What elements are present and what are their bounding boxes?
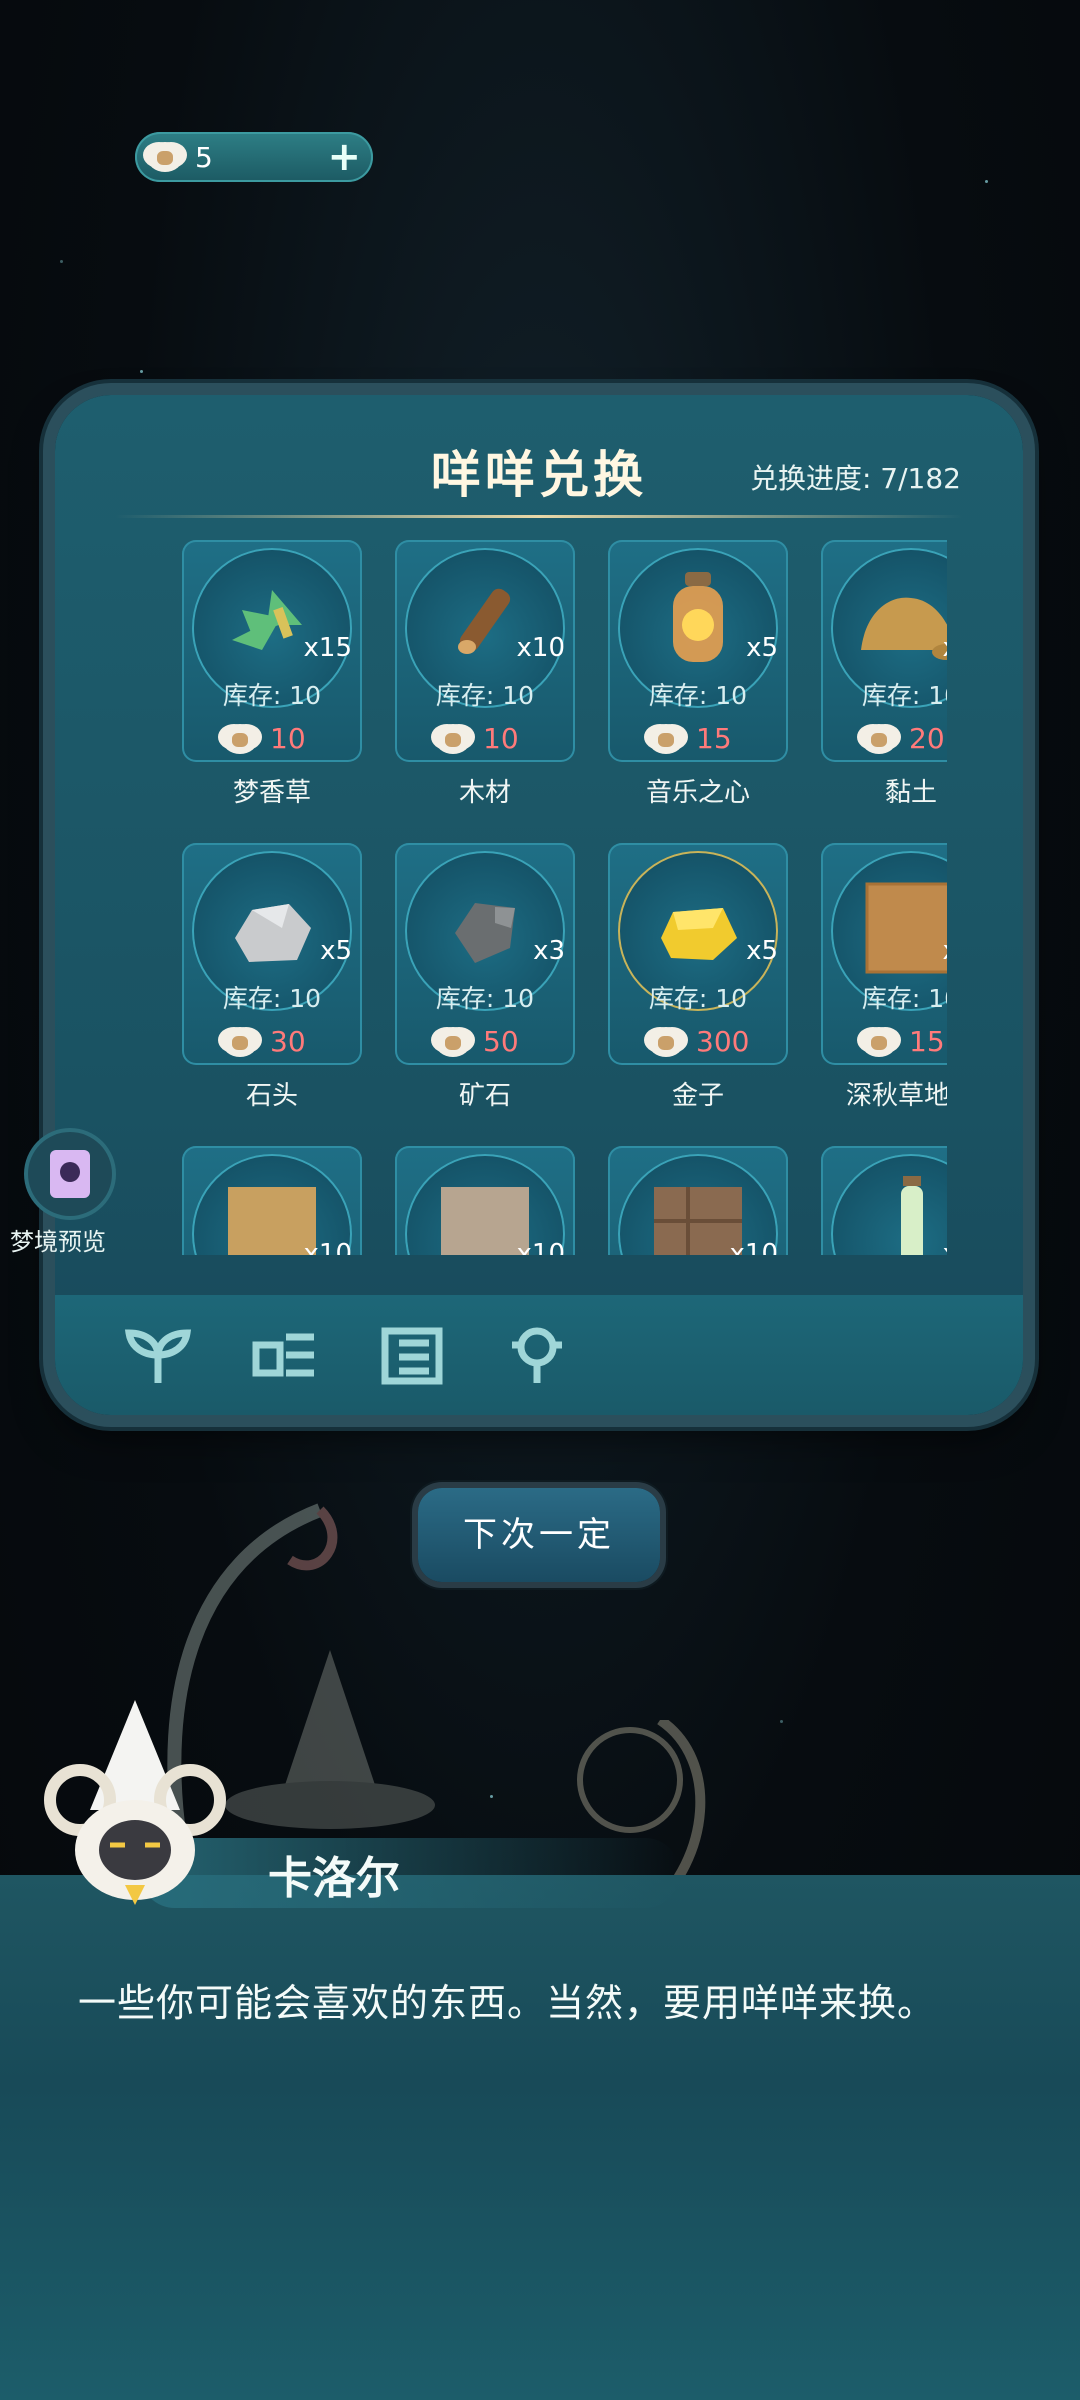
exchange-progress: 兑换进度: 7/182 [749,462,961,495]
item-price-value: 30 [270,1024,306,1058]
item-price: 15 [859,1023,945,1059]
item-card-dream-grass[interactable]: x15 库存: 10 10 梦香草 [182,540,362,808]
dream-preview-label: 梦境预览 [10,1228,106,1256]
item-card-autumn-grass-tile[interactable]: x10 库存: 10 15 深秋草地块 [821,843,947,1111]
glass-tube-icon [901,1176,923,1255]
item-stock: 库存: 10 [861,984,947,1013]
autumn-grass-tile-icon [865,882,947,974]
item-price: 30 [220,1023,306,1059]
item-price-value: 10 [270,721,306,755]
tab-plants-sprout-icon[interactable] [123,1325,193,1385]
item-name: 金子 [671,1081,724,1111]
item-qty: x10 [516,633,565,663]
item-qty: x15 [303,633,352,663]
sheep-currency-pill: 5 + [135,132,373,182]
item-price: 10 [433,720,519,756]
speaker-name: 卡洛尔 [268,1853,400,1904]
item-stock: 库存: 10 [648,681,748,710]
music-heart-jar-icon [673,572,723,662]
item-card-gold[interactable]: x5 库存: 10 300 金子 [608,843,788,1111]
dream-card-icon [50,1150,90,1198]
item-price-value: 15 [696,721,732,755]
item-card-bottle[interactable]: x12 [821,1146,947,1255]
clay-pile-icon [861,597,947,660]
sheep-coin-icon [145,138,185,174]
item-name: 黏土 [884,778,937,808]
sheep-coin-icon [646,1023,686,1059]
item-card-tile-c[interactable]: x10 [608,1146,788,1255]
stone-icon [235,904,311,962]
carol-sheep-avatar-icon [44,1700,226,1905]
item-card-ore[interactable]: x3 库存: 10 50 矿石 [395,843,575,1111]
item-qty: x10 [729,1239,778,1255]
item-card-wood[interactable]: x10 库存: 10 10 木材 [395,540,575,808]
item-qty: x10 [943,936,947,966]
item-name: 梦香草 [232,778,311,808]
item-card-music-heart[interactable]: x5 库存: 10 15 音乐之心 [608,540,788,808]
item-price: 10 [220,720,306,756]
item-qty: x5 [320,936,352,966]
sheep-coin-icon [220,1023,260,1059]
sheep-coin-icon [859,720,899,756]
gold-nugget-icon [661,908,737,960]
item-stock: 库存: 10 [435,984,535,1013]
item-stock: 库存: 10 [435,681,535,710]
item-price: 15 [646,720,732,756]
ore-icon [455,903,515,963]
witch-hat-decoration-icon [225,1650,435,1829]
title-divider [115,515,963,518]
sheep-coin-icon [220,720,260,756]
item-stock: 库存: 10 [648,984,748,1013]
tab-furniture-icon[interactable] [377,1325,447,1385]
item-price-value: 50 [483,1024,519,1058]
item-name: 木材 [458,778,511,808]
item-card-clay[interactable]: x15 库存: 10 20 黏土 [821,540,947,808]
item-qty: x10 [303,1239,352,1255]
add-currency-button[interactable]: + [327,134,361,180]
item-orb [831,1154,947,1255]
dialog-box[interactable] [0,1875,1080,2400]
sheep-coin-icon [859,1023,899,1059]
next-time-button[interactable]: 下次一定 [418,1488,660,1582]
item-name: 石头 [245,1081,298,1111]
item-card-tile-b[interactable]: x10 [395,1146,575,1255]
item-qty: x10 [516,1239,565,1255]
item-qty: x15 [943,633,947,663]
item-price-value: 20 [909,721,945,755]
dream-preview-button[interactable] [28,1132,112,1216]
item-name: 音乐之心 [645,778,750,808]
tab-decor-lamp-icon[interactable] [502,1325,572,1385]
dialog-text: 一些你可能会喜欢的东西。当然，要用咩咩来换。 [78,1981,937,2025]
item-price-value: 300 [696,1024,750,1058]
item-price-value: 10 [483,721,519,755]
item-price: 20 [859,720,945,756]
item-name: 深秋草地块 [845,1081,947,1111]
item-price-value: 15 [909,1024,945,1058]
wood-log-icon [458,588,511,654]
item-stock: 库存: 10 [222,681,322,710]
sheep-exchange-panel: 咩咩兑换 兑换进度: 7/182 x15 库存: 10 10 梦香草 x10 库… [55,395,1023,1415]
currency-amount: 5 [195,141,213,174]
item-qty: x5 [746,633,778,663]
item-grid[interactable]: x15 库存: 10 10 梦香草 x10 库存: 10 10 木材 x5 库存… [127,540,947,1255]
category-bar [55,1295,1023,1415]
item-name: 矿石 [458,1081,511,1111]
sheep-coin-icon [433,720,473,756]
item-stock: 库存: 10 [861,681,947,710]
sheep-coin-icon [433,1023,473,1059]
item-stock: 库存: 10 [222,984,322,1013]
item-price: 50 [433,1023,519,1059]
tab-materials-icon[interactable] [250,1325,320,1385]
item-qty: x12 [943,1239,947,1255]
item-qty: x5 [746,936,778,966]
sheep-coin-icon [646,720,686,756]
item-qty: x3 [533,936,565,966]
item-card-stone[interactable]: x5 库存: 10 30 石头 [182,843,362,1111]
item-price: 300 [646,1023,749,1059]
item-card-tile-a[interactable]: x10 [182,1146,362,1255]
